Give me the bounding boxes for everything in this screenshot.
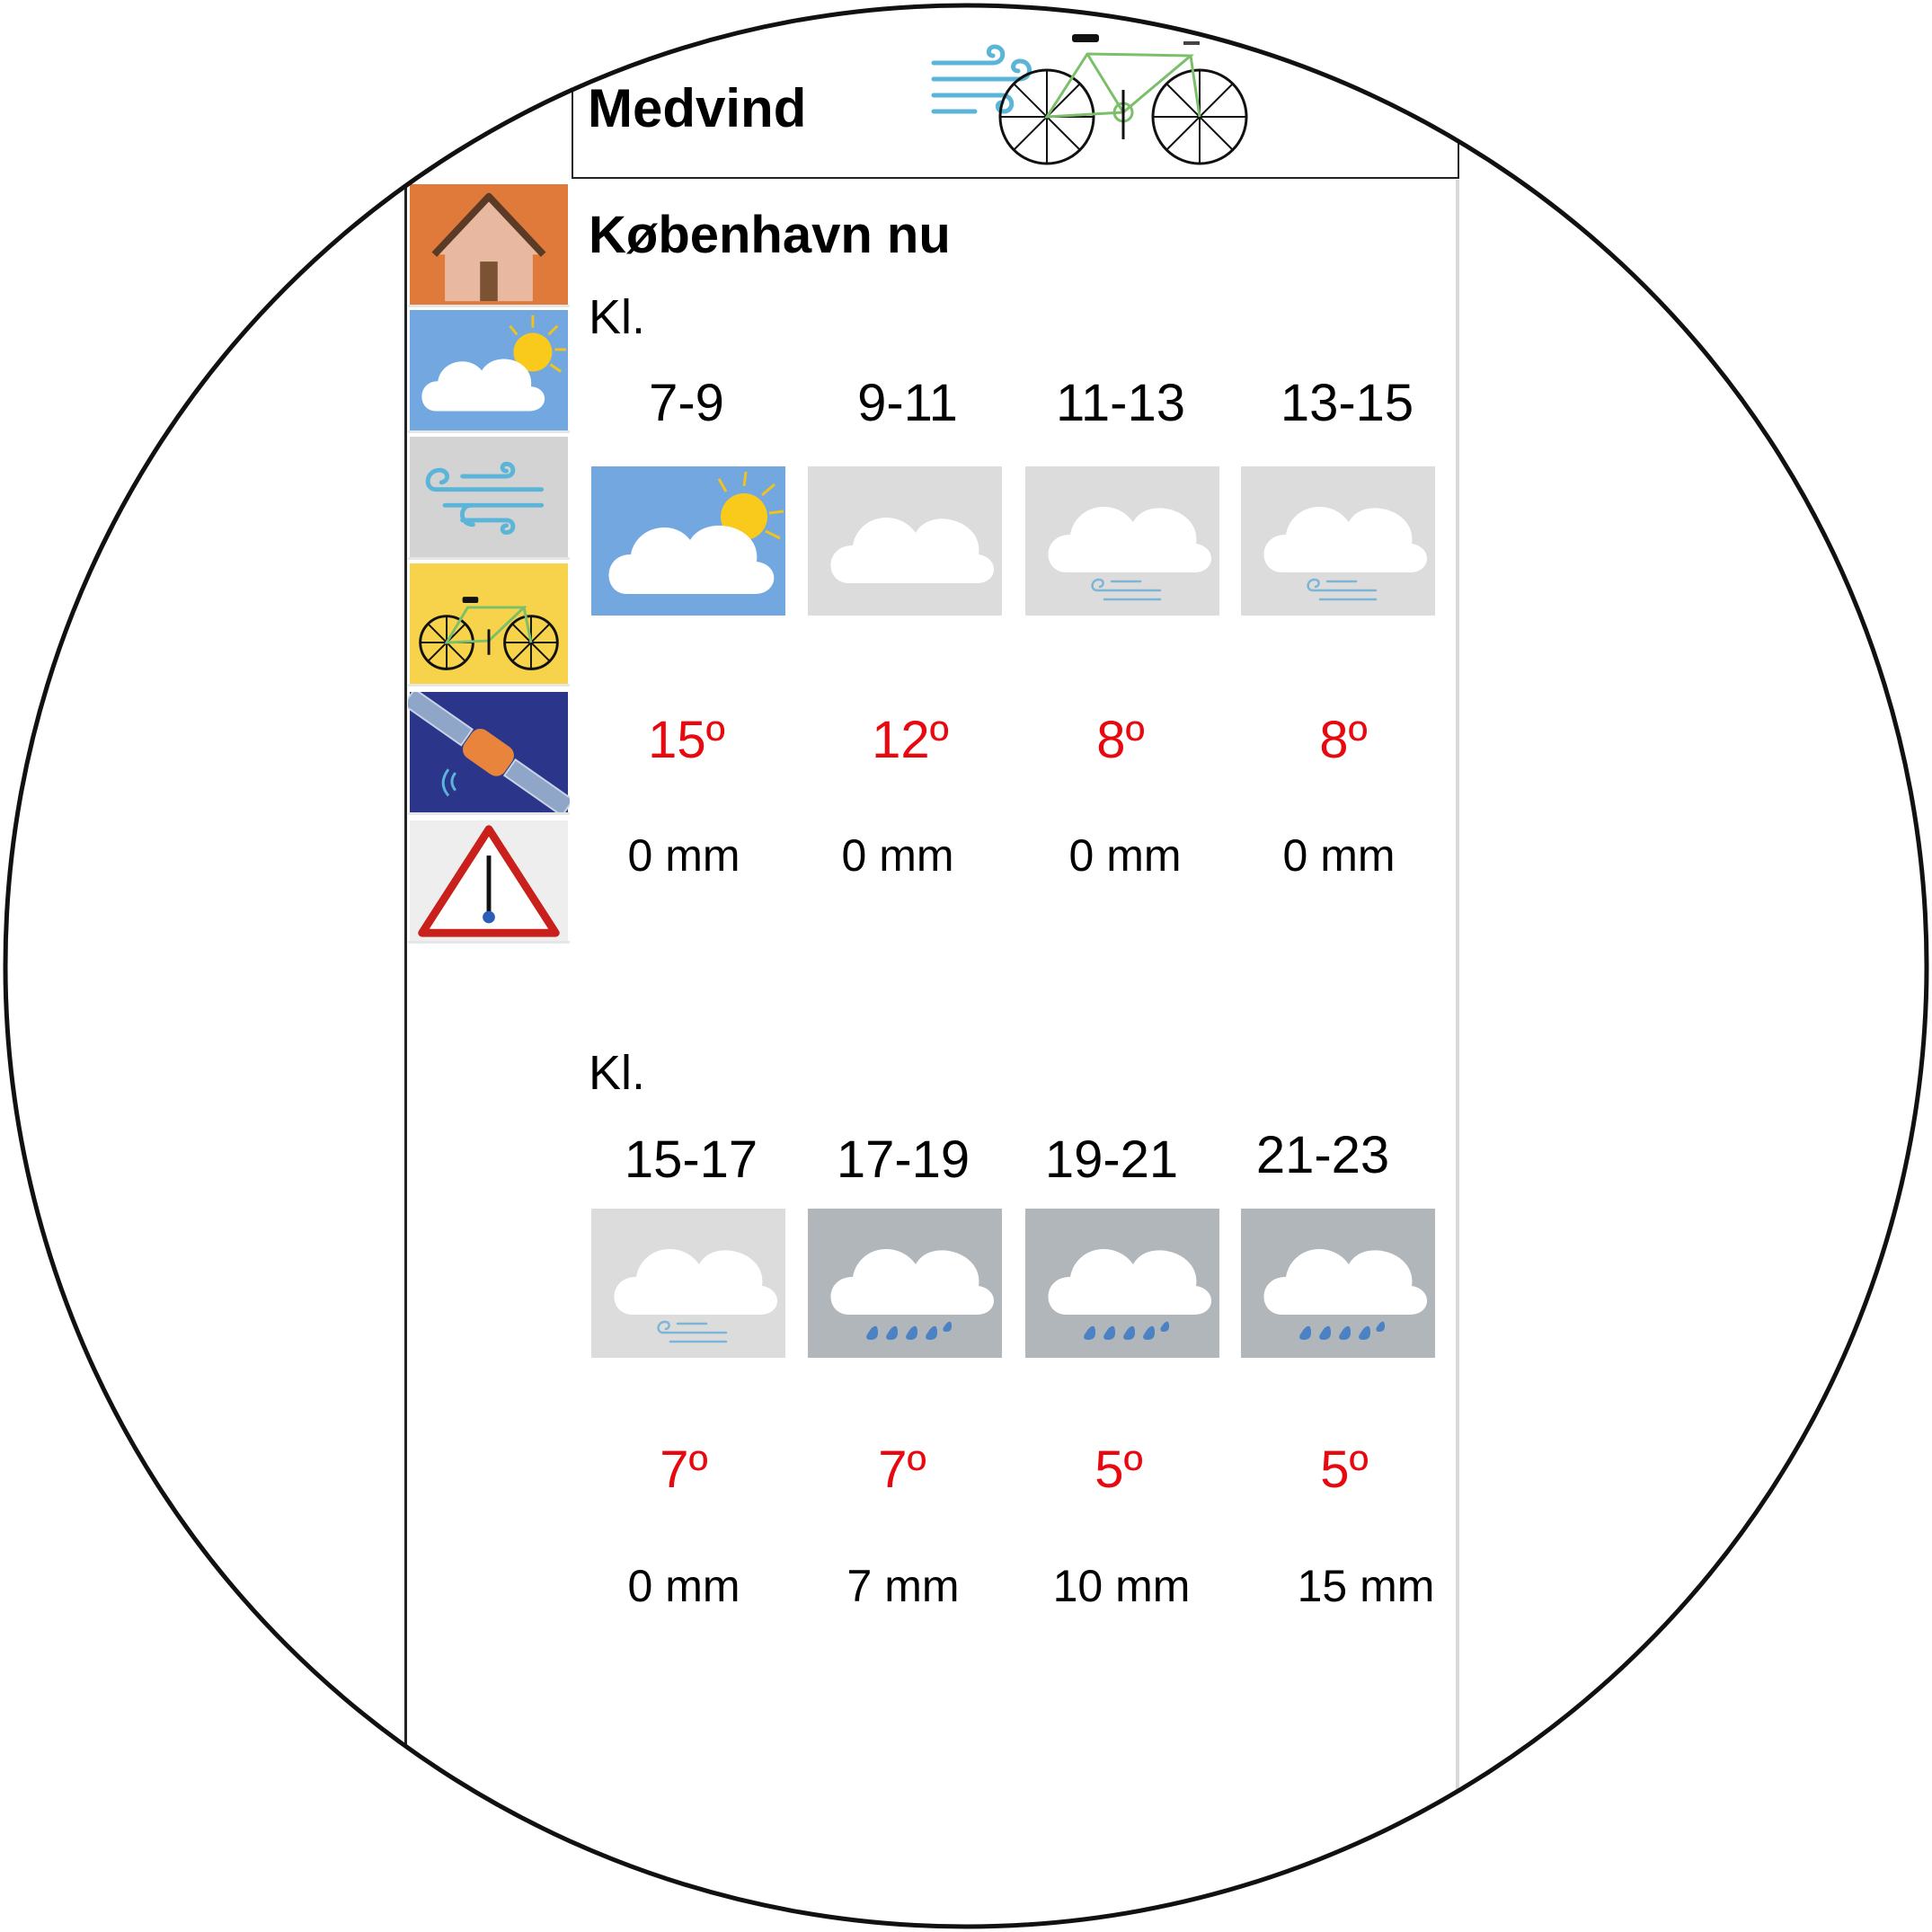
- temperature: 15º: [648, 711, 725, 769]
- time-slot: 7-9: [649, 374, 724, 432]
- sidebar-item-warning[interactable]: [408, 820, 570, 944]
- temperature: 5º: [1320, 1440, 1369, 1499]
- precipitation: 0 mm: [841, 830, 954, 881]
- cloudy-windy-icon: [1241, 466, 1435, 616]
- time-label: Kl.: [589, 290, 646, 344]
- bicycle-icon: [409, 563, 569, 684]
- precipitation: 0 mm: [627, 1561, 740, 1611]
- temperature: 5º: [1095, 1440, 1143, 1499]
- app-frame: Medvind København nu Kl. 7-9 9-11 11-13 …: [0, 0, 1932, 1932]
- precipitation: 0 mm: [1282, 830, 1396, 881]
- sidebar-item-satellite[interactable]: [408, 692, 570, 815]
- precipitation: 0 mm: [1068, 830, 1182, 881]
- time-slot: 9-11: [857, 374, 958, 432]
- precipitation: 15 mm: [1297, 1561, 1435, 1611]
- rain-icon: [1241, 1209, 1435, 1358]
- temperature: 7º: [878, 1440, 926, 1499]
- page-title: København nu: [589, 206, 951, 264]
- sidebar-item-home[interactable]: [408, 184, 570, 307]
- precipitation: 10 mm: [1052, 1561, 1191, 1611]
- rain-icon: [808, 1209, 1002, 1358]
- wind-bicycle-logo-icon: [930, 27, 1254, 171]
- time-slot: 17-19: [836, 1130, 970, 1189]
- cloudy-icon: [808, 466, 1002, 616]
- time-slot: 21-23: [1255, 1126, 1390, 1184]
- cloudy-windy-icon: [1025, 466, 1219, 616]
- temperature: 8º: [1319, 711, 1368, 769]
- cloudy-windy-icon: [591, 1209, 785, 1358]
- time-slot: 19-21: [1044, 1130, 1179, 1189]
- app-title: Medvind: [588, 78, 807, 138]
- time-label: Kl.: [589, 1046, 646, 1100]
- temperature-warning-icon: [409, 820, 569, 941]
- temperature: 12º: [872, 711, 949, 769]
- precipitation: 7 mm: [846, 1561, 960, 1611]
- partly-sunny-icon: [591, 466, 785, 616]
- time-slot: 13-15: [1280, 374, 1414, 432]
- temperature: 7º: [660, 1440, 708, 1499]
- sidebar-item-weather[interactable]: [408, 310, 570, 433]
- satellite-icon: [408, 692, 570, 812]
- sidebar-item-bike[interactable]: [408, 563, 570, 687]
- house-icon: [409, 184, 569, 305]
- temperature: 8º: [1096, 711, 1145, 769]
- sidebar-item-wind[interactable]: [408, 437, 570, 560]
- time-slot: 15-17: [624, 1130, 758, 1189]
- main-content: [572, 180, 1459, 1932]
- sun-cloud-icon: [409, 310, 569, 430]
- precipitation: 0 mm: [627, 830, 740, 881]
- time-slot: 11-13: [1055, 374, 1186, 432]
- wind-icon: [409, 437, 569, 557]
- rain-icon: [1025, 1209, 1219, 1358]
